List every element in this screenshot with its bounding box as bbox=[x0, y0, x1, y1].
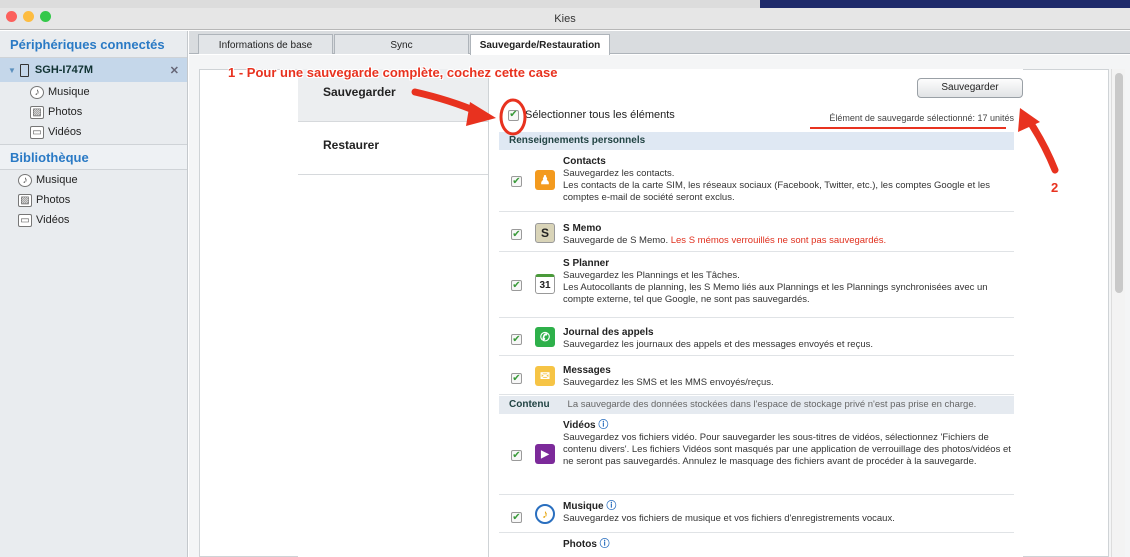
envelope-icon: ✉ bbox=[535, 366, 555, 386]
info-icon[interactable]: ⓘ bbox=[606, 501, 616, 512]
item-warning: Les S mémos verrouillés ne sont pas sauv… bbox=[670, 235, 887, 246]
videos-checkbox[interactable]: ✔ bbox=[511, 450, 522, 461]
backup-button[interactable]: Sauvegarder bbox=[917, 78, 1023, 98]
sidebar-item-label: Photos bbox=[48, 106, 83, 118]
film-icon: ▭ bbox=[30, 125, 44, 139]
messages-checkbox[interactable]: ✔ bbox=[511, 373, 522, 384]
info-icon[interactable]: ⓘ bbox=[598, 420, 608, 431]
video-play-icon: ▶ bbox=[535, 444, 555, 464]
sidebar-item-library-videos[interactable]: ▭ Vidéos bbox=[0, 210, 187, 230]
list-item-s-memo[interactable]: ✔ S S Memo Sauvegarde de S Memo. Les S mé… bbox=[499, 212, 1014, 252]
contacts-checkbox[interactable]: ✔ bbox=[511, 176, 522, 187]
tab-basic-info[interactable]: Informations de base bbox=[198, 34, 333, 54]
item-desc: Sauvegardez vos fichiers vidéo. Pour sau… bbox=[563, 432, 1011, 467]
music-note-icon: ♪ bbox=[535, 504, 555, 524]
scrollbar-thumb[interactable] bbox=[1115, 73, 1123, 293]
music-icon: ♪ bbox=[18, 173, 32, 187]
film-icon: ▭ bbox=[18, 213, 32, 227]
sidebar-item-label: Musique bbox=[36, 174, 78, 186]
sidebar: Périphériques connectés ▼ SGH-I747M ✕ ♪ M… bbox=[0, 31, 188, 557]
menu-item-restore[interactable]: Restaurer bbox=[298, 122, 488, 175]
disclosure-triangle-icon[interactable]: ▼ bbox=[8, 66, 16, 75]
vertical-scrollbar[interactable] bbox=[1111, 69, 1125, 557]
annotation-step-2: 2 bbox=[1051, 180, 1059, 195]
calendar-icon: 31 bbox=[535, 274, 555, 294]
sidebar-item-device-videos[interactable]: ▭ Vidéos bbox=[0, 122, 187, 142]
item-desc: Sauvegarde de S Memo. bbox=[563, 235, 669, 246]
list-item-contacts[interactable]: ✔ ♟ Contacts Sauvegardez les contacts. Les… bbox=[499, 150, 1014, 212]
sidebar-item-label: Vidéos bbox=[36, 214, 70, 226]
section-content: Contenu La sauvegarde des données stockée… bbox=[499, 396, 1014, 414]
item-title: Musique ⓘ bbox=[563, 501, 617, 512]
item-note: Les Autocollants de planning, les S Memo… bbox=[563, 282, 988, 305]
item-desc: Sauvegardez les journaux des appels et d… bbox=[563, 339, 873, 350]
item-desc: Sauvegardez vos fichiers de musique et v… bbox=[563, 513, 895, 524]
sidebar-item-label: Vidéos bbox=[48, 126, 82, 138]
item-title: Journal des appels bbox=[563, 327, 654, 338]
item-title: Messages bbox=[563, 365, 611, 376]
sidebar-item-label: Photos bbox=[36, 194, 71, 206]
item-title: Photos ⓘ bbox=[563, 539, 610, 550]
sidebar-item-label: Musique bbox=[48, 86, 90, 98]
device-name: SGH-I747M bbox=[34, 64, 93, 76]
item-desc: Sauvegardez les Plannings et les Tâches. bbox=[563, 270, 740, 281]
s-memo-icon: S bbox=[535, 223, 555, 243]
item-title: S Memo bbox=[563, 223, 602, 234]
s-memo-checkbox[interactable]: ✔ bbox=[511, 229, 522, 240]
disconnect-icon[interactable]: ✕ bbox=[170, 64, 179, 77]
info-icon[interactable]: ⓘ bbox=[600, 539, 610, 550]
photo-icon: ▨ bbox=[18, 193, 32, 207]
item-desc: Sauvegardez les contacts. bbox=[563, 168, 675, 179]
backup-menu: Sauvegarder Restaurer bbox=[298, 69, 488, 557]
sidebar-item-library-music[interactable]: ♪ Musique bbox=[0, 170, 187, 190]
s-planner-checkbox[interactable]: ✔ bbox=[511, 280, 522, 291]
phone-icon bbox=[19, 63, 29, 77]
section-content-title: Contenu bbox=[509, 399, 550, 410]
call-log-checkbox[interactable]: ✔ bbox=[511, 334, 522, 345]
photo-icon: ▨ bbox=[30, 105, 44, 119]
item-title: Contacts bbox=[563, 156, 606, 167]
connected-devices-heading: Périphériques connectés bbox=[0, 31, 187, 58]
list-item-videos[interactable]: ✔ ▶ Vidéos ⓘ Sauvegardez vos fichiers vid… bbox=[499, 414, 1014, 495]
contacts-icon: ♟ bbox=[535, 170, 555, 190]
tab-backup-restore[interactable]: Sauvegarde/Restauration bbox=[470, 34, 610, 55]
sidebar-item-device-photos[interactable]: ▨ Photos bbox=[0, 102, 187, 122]
item-desc: Sauvegardez les SMS et les MMS envoyés/r… bbox=[563, 377, 774, 388]
item-note: Les contacts de la carte SIM, les réseau… bbox=[563, 180, 990, 203]
title-strip bbox=[0, 0, 1130, 8]
list-item-s-planner[interactable]: ✔ 31 S Planner Sauvegardez les Plannings … bbox=[499, 252, 1014, 318]
select-all-checkbox[interactable]: ✔ bbox=[508, 109, 519, 121]
library-heading: Bibliothèque bbox=[0, 144, 187, 170]
select-all-row[interactable]: ✔ Sélectionner tous les éléments bbox=[508, 109, 675, 121]
panel-header: Sauvegarder ✔ Sélectionner tous les élém… bbox=[489, 69, 1024, 131]
window-titlebar: Kies bbox=[0, 0, 1130, 30]
item-title: S Planner bbox=[563, 258, 610, 269]
select-all-label: Sélectionner tous les éléments bbox=[525, 109, 675, 121]
list-item-music[interactable]: ✔ ♪ Musique ⓘ Sauvegardez vos fichiers de… bbox=[499, 495, 1014, 533]
sidebar-item-device-music[interactable]: ♪ Musique bbox=[0, 82, 187, 102]
tab-sync[interactable]: Sync bbox=[334, 34, 469, 54]
backup-panel: Sauvegarder ✔ Sélectionner tous les élém… bbox=[488, 69, 1023, 557]
phone-call-icon: ✆ bbox=[535, 327, 555, 347]
section-personal-info: Renseignements personnels bbox=[499, 132, 1014, 150]
music-icon: ♪ bbox=[30, 85, 44, 99]
list-item-messages[interactable]: ✔ ✉ Messages Sauvegardez les SMS et les M… bbox=[499, 356, 1014, 395]
section-content-note: La sauvegarde des données stockées dans … bbox=[567, 399, 977, 410]
tab-bar: Informations de base Sync Sauvegarde/Res… bbox=[189, 31, 1130, 55]
music-checkbox[interactable]: ✔ bbox=[511, 512, 522, 523]
background-window-strip bbox=[760, 0, 1130, 8]
sidebar-item-library-photos[interactable]: ▨ Photos bbox=[0, 190, 187, 210]
item-title: Vidéos ⓘ bbox=[563, 420, 609, 431]
window-title: Kies bbox=[554, 13, 576, 25]
selected-count: Élément de sauvegarde sélectionné: 17 un… bbox=[829, 113, 1014, 123]
annotation-step-1: 1 - Pour une sauvegarde complète, cochez… bbox=[228, 65, 558, 80]
list-item-call-log[interactable]: ✔ ✆ Journal des appels Sauvegardez les jo… bbox=[499, 318, 1014, 356]
device-row[interactable]: ▼ SGH-I747M ✕ bbox=[0, 58, 187, 82]
list-item-photos[interactable]: Photos ⓘ bbox=[499, 533, 1014, 557]
